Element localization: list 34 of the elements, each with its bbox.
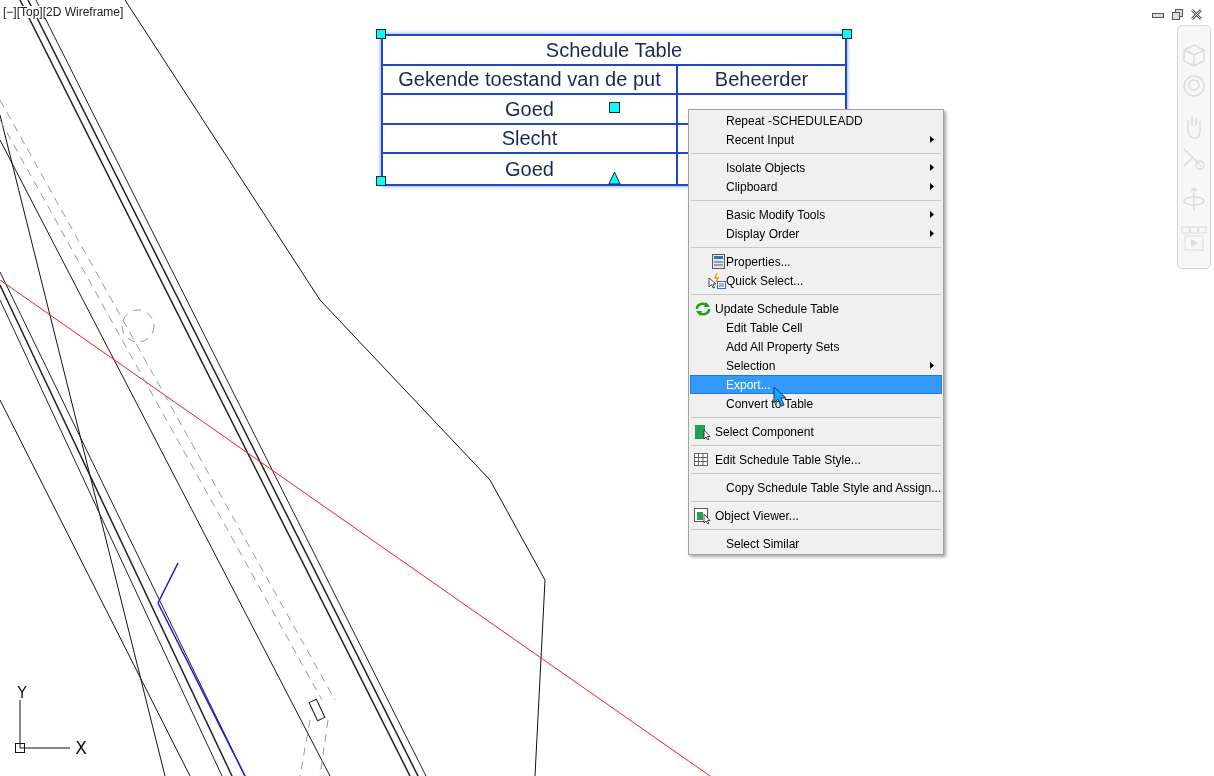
table-cell: Slecht [383,124,678,152]
axis-label: Y [17,686,27,702]
table-icon [694,452,709,467]
grip-handle[interactable] [842,29,852,39]
quick-select-icon [708,272,726,289]
menu-item[interactable]: Add All Property Sets [690,337,942,356]
grip-handle[interactable] [609,102,620,113]
object-viewer-icon [694,507,712,524]
axis-label: X [75,738,87,758]
menu-item[interactable]: Edit Schedule Table Style... [690,450,942,469]
menu-item[interactable]: Basic Modify Tools [690,205,942,224]
menu-item[interactable]: Display Order [690,224,942,243]
menu-item[interactable]: Edit Table Cell [690,318,942,337]
table-title: Schedule Table [544,37,684,63]
minimize-icon[interactable] [1152,10,1164,19]
menu-item[interactable]: Update Schedule Table [690,299,942,318]
menu-item[interactable]: Copy Schedule Table Style and Assign... [690,478,942,497]
menu-item[interactable]: Object Viewer... [690,506,942,525]
restore-icon[interactable] [1172,9,1183,20]
grip-handle[interactable] [376,29,386,39]
refresh-icon [694,300,712,317]
properties-icon [712,253,726,270]
menu-item[interactable]: Quick Select... [690,271,942,290]
table-cell-text: Beheerder [713,67,810,93]
menu-item[interactable]: Select Similar [690,534,942,553]
viewport-label[interactable]: [−][Top][2D Wireframe] [3,6,124,18]
menu-item[interactable]: Selection [690,356,942,375]
close-icon[interactable] [1191,9,1202,20]
table-cell: Gekende toestand van de put [383,65,678,93]
grip-handle[interactable] [376,176,386,186]
menu-item[interactable]: Select Component [690,422,942,441]
triangle-grip-icon[interactable] [608,171,621,185]
component-icon [694,423,712,440]
menu-item[interactable]: Properties... [690,252,942,271]
